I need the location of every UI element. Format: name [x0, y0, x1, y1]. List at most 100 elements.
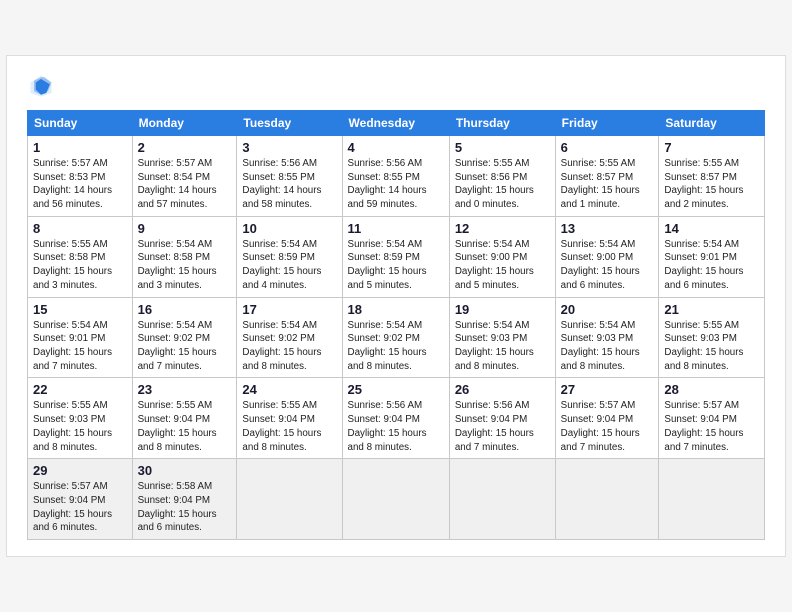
- day-info: Sunrise: 5:55 AMSunset: 8:57 PMDaylight:…: [664, 157, 759, 212]
- dow-header: Thursday: [449, 110, 555, 135]
- day-number: 15: [33, 302, 127, 317]
- day-cell: 4 Sunrise: 5:56 AMSunset: 8:55 PMDaylight…: [342, 135, 449, 216]
- dow-header: Wednesday: [342, 110, 449, 135]
- day-number: 12: [455, 221, 550, 236]
- day-info: Sunrise: 5:56 AMSunset: 8:55 PMDaylight:…: [348, 157, 444, 212]
- dow-header: Tuesday: [237, 110, 342, 135]
- day-info: Sunrise: 5:54 AMSunset: 9:00 PMDaylight:…: [561, 238, 654, 293]
- day-cell: [342, 459, 449, 540]
- day-info: Sunrise: 5:54 AMSunset: 9:02 PMDaylight:…: [138, 319, 232, 374]
- day-info: Sunrise: 5:56 AMSunset: 8:55 PMDaylight:…: [242, 157, 336, 212]
- day-info: Sunrise: 5:54 AMSunset: 9:03 PMDaylight:…: [455, 319, 550, 374]
- calendar: SundayMondayTuesdayWednesdayThursdayFrid…: [27, 110, 765, 540]
- day-of-week-row: SundayMondayTuesdayWednesdayThursdayFrid…: [28, 110, 765, 135]
- day-cell: 10 Sunrise: 5:54 AMSunset: 8:59 PMDayligh…: [237, 216, 342, 297]
- day-info: Sunrise: 5:55 AMSunset: 9:04 PMDaylight:…: [138, 399, 232, 454]
- day-number: 5: [455, 140, 550, 155]
- day-cell: [555, 459, 659, 540]
- day-cell: 3 Sunrise: 5:56 AMSunset: 8:55 PMDaylight…: [237, 135, 342, 216]
- day-cell: 12 Sunrise: 5:54 AMSunset: 9:00 PMDayligh…: [449, 216, 555, 297]
- day-info: Sunrise: 5:54 AMSunset: 8:58 PMDaylight:…: [138, 238, 232, 293]
- day-number: 9: [138, 221, 232, 236]
- logo: [27, 72, 59, 100]
- day-info: Sunrise: 5:55 AMSunset: 8:57 PMDaylight:…: [561, 157, 654, 212]
- day-number: 11: [348, 221, 444, 236]
- day-number: 19: [455, 302, 550, 317]
- day-cell: 16 Sunrise: 5:54 AMSunset: 9:02 PMDayligh…: [132, 297, 237, 378]
- day-cell: 20 Sunrise: 5:54 AMSunset: 9:03 PMDayligh…: [555, 297, 659, 378]
- day-number: 8: [33, 221, 127, 236]
- day-info: Sunrise: 5:54 AMSunset: 9:03 PMDaylight:…: [561, 319, 654, 374]
- day-number: 25: [348, 382, 444, 397]
- day-info: Sunrise: 5:55 AMSunset: 9:03 PMDaylight:…: [33, 399, 127, 454]
- day-number: 1: [33, 140, 127, 155]
- day-info: Sunrise: 5:54 AMSunset: 9:02 PMDaylight:…: [242, 319, 336, 374]
- week-row: 29Sunrise: 5:57 AMSunset: 9:04 PMDayligh…: [28, 459, 765, 540]
- week-row: 22 Sunrise: 5:55 AMSunset: 9:03 PMDayligh…: [28, 378, 765, 459]
- day-number: 4: [348, 140, 444, 155]
- day-info: Sunrise: 5:57 AMSunset: 9:04 PMDaylight:…: [561, 399, 654, 454]
- week-row: 8Sunrise: 5:55 AMSunset: 8:58 PMDaylight…: [28, 216, 765, 297]
- day-info: Sunrise: 5:54 AMSunset: 9:01 PMDaylight:…: [33, 319, 127, 374]
- day-cell: 27 Sunrise: 5:57 AMSunset: 9:04 PMDayligh…: [555, 378, 659, 459]
- day-number: 27: [561, 382, 654, 397]
- day-info: Sunrise: 5:54 AMSunset: 9:01 PMDaylight:…: [664, 238, 759, 293]
- day-cell: 21 Sunrise: 5:55 AMSunset: 9:03 PMDayligh…: [659, 297, 765, 378]
- day-info: Sunrise: 5:55 AMSunset: 9:04 PMDaylight:…: [242, 399, 336, 454]
- day-cell: 30Sunrise: 5:58 AMSunset: 9:04 PMDayligh…: [132, 459, 237, 540]
- day-cell: 13 Sunrise: 5:54 AMSunset: 9:00 PMDayligh…: [555, 216, 659, 297]
- day-cell: 28Sunrise: 5:57 AMSunset: 9:04 PMDayligh…: [659, 378, 765, 459]
- dow-header: Monday: [132, 110, 237, 135]
- dow-header: Friday: [555, 110, 659, 135]
- day-cell: 29Sunrise: 5:57 AMSunset: 9:04 PMDayligh…: [28, 459, 133, 540]
- day-number: 16: [138, 302, 232, 317]
- day-info: Sunrise: 5:54 AMSunset: 8:59 PMDaylight:…: [242, 238, 336, 293]
- day-info: Sunrise: 5:57 AMSunset: 8:53 PMDaylight:…: [33, 157, 127, 212]
- dow-header: Saturday: [659, 110, 765, 135]
- day-cell: [659, 459, 765, 540]
- day-number: 18: [348, 302, 444, 317]
- day-number: 6: [561, 140, 654, 155]
- day-number: 22: [33, 382, 127, 397]
- day-cell: 14 Sunrise: 5:54 AMSunset: 9:01 PMDayligh…: [659, 216, 765, 297]
- day-number: 10: [242, 221, 336, 236]
- day-cell: 19 Sunrise: 5:54 AMSunset: 9:03 PMDayligh…: [449, 297, 555, 378]
- logo-icon: [27, 72, 55, 100]
- day-cell: 26Sunrise: 5:56 AMSunset: 9:04 PMDayligh…: [449, 378, 555, 459]
- day-cell: 5Sunrise: 5:55 AMSunset: 8:56 PMDaylight…: [449, 135, 555, 216]
- day-info: Sunrise: 5:54 AMSunset: 8:59 PMDaylight:…: [348, 238, 444, 293]
- day-cell: [237, 459, 342, 540]
- day-number: 3: [242, 140, 336, 155]
- day-cell: 25Sunrise: 5:56 AMSunset: 9:04 PMDayligh…: [342, 378, 449, 459]
- calendar-body: 1 Sunrise: 5:57 AMSunset: 8:53 PMDaylight…: [28, 135, 765, 539]
- day-cell: 9 Sunrise: 5:54 AMSunset: 8:58 PMDaylight…: [132, 216, 237, 297]
- day-number: 21: [664, 302, 759, 317]
- day-number: 17: [242, 302, 336, 317]
- day-cell: 18 Sunrise: 5:54 AMSunset: 9:02 PMDayligh…: [342, 297, 449, 378]
- day-cell: 8Sunrise: 5:55 AMSunset: 8:58 PMDaylight…: [28, 216, 133, 297]
- day-cell: 7Sunrise: 5:55 AMSunset: 8:57 PMDaylight…: [659, 135, 765, 216]
- day-number: 13: [561, 221, 654, 236]
- day-number: 23: [138, 382, 232, 397]
- page: SundayMondayTuesdayWednesdayThursdayFrid…: [6, 55, 786, 557]
- day-info: Sunrise: 5:54 AMSunset: 9:02 PMDaylight:…: [348, 319, 444, 374]
- day-number: 20: [561, 302, 654, 317]
- day-number: 29: [33, 463, 127, 478]
- day-cell: 24 Sunrise: 5:55 AMSunset: 9:04 PMDayligh…: [237, 378, 342, 459]
- day-number: 24: [242, 382, 336, 397]
- day-cell: 23 Sunrise: 5:55 AMSunset: 9:04 PMDayligh…: [132, 378, 237, 459]
- day-cell: 1 Sunrise: 5:57 AMSunset: 8:53 PMDaylight…: [28, 135, 133, 216]
- day-number: 30: [138, 463, 232, 478]
- day-info: Sunrise: 5:55 AMSunset: 9:03 PMDaylight:…: [664, 319, 759, 374]
- day-cell: 6 Sunrise: 5:55 AMSunset: 8:57 PMDaylight…: [555, 135, 659, 216]
- day-cell: 11 Sunrise: 5:54 AMSunset: 8:59 PMDayligh…: [342, 216, 449, 297]
- day-info: Sunrise: 5:54 AMSunset: 9:00 PMDaylight:…: [455, 238, 550, 293]
- day-info: Sunrise: 5:57 AMSunset: 8:54 PMDaylight:…: [138, 157, 232, 212]
- day-cell: 17 Sunrise: 5:54 AMSunset: 9:02 PMDayligh…: [237, 297, 342, 378]
- week-row: 1 Sunrise: 5:57 AMSunset: 8:53 PMDaylight…: [28, 135, 765, 216]
- day-cell: [449, 459, 555, 540]
- day-number: 14: [664, 221, 759, 236]
- day-number: 26: [455, 382, 550, 397]
- day-cell: 2 Sunrise: 5:57 AMSunset: 8:54 PMDaylight…: [132, 135, 237, 216]
- day-number: 2: [138, 140, 232, 155]
